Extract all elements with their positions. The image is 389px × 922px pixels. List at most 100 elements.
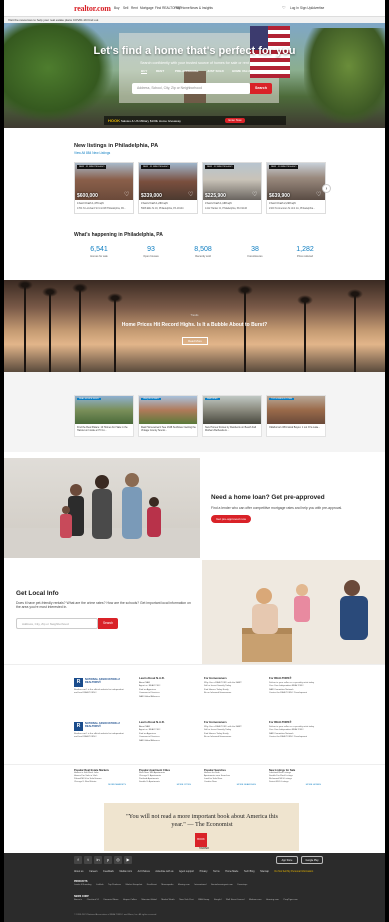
more-link[interactable]: MORE SEARCHES: [204, 784, 264, 786]
product-link[interactable]: ListHub: [96, 884, 103, 886]
nar-logo[interactable]: R NATIONAL ASSOCIATION of REALTORS® Real…: [74, 678, 124, 696]
product-link[interactable]: Seniorhousingnet.com: [211, 884, 233, 886]
nav-rent[interactable]: Rent: [131, 6, 138, 10]
heart-icon[interactable]: ♡: [188, 192, 194, 198]
local-search-button[interactable]: Search: [98, 618, 118, 629]
book-advertisement[interactable]: "You will not read a more important book…: [104, 803, 299, 851]
tab-buy[interactable]: BUY: [141, 69, 148, 74]
news-card[interactable]: UNIQUE HOMES Real Homeowners! See 1648 S…: [138, 395, 198, 437]
read-more-button[interactable]: Read More: [182, 337, 208, 345]
twitter-icon[interactable]: t: [84, 856, 92, 864]
news-corp-link[interactable]: Wall Street Journal: [226, 899, 244, 901]
stat-recently-sold[interactable]: 8,508 Recently sold: [178, 246, 228, 258]
nav-mortgage[interactable]: Mortgage: [140, 6, 153, 10]
stat-homes-for-sale[interactable]: 6,541 Homes for sale: [74, 246, 124, 258]
banner-title[interactable]: Home Prices Hit Record Highs. Is It a Bu…: [4, 322, 385, 328]
product-link[interactable]: Moveopedia: [161, 884, 173, 886]
heart-icon[interactable]: ♡: [252, 192, 258, 198]
nar-logo[interactable]: R NATIONAL ASSOCIATION of REALTORS® Real…: [74, 722, 124, 740]
nar-link[interactable]: Be an Informed Homeowner: [204, 692, 264, 695]
footer-link[interactable]: About us: [74, 870, 83, 873]
news-corp-link[interactable]: Market Watch: [161, 899, 174, 901]
listing-card[interactable]: NEW · 32 MINUTES AGO $225,900 ♡ 3 bed 2 …: [202, 162, 262, 214]
news-corp-link[interactable]: PropTiger.com: [283, 899, 297, 901]
listings-view-all-link[interactable]: View All 884 New Listings: [74, 151, 110, 155]
do-not-sell-link[interactable]: Do Not Sell My Personal Information: [275, 870, 314, 873]
bookmark-icon[interactable]: ♡: [282, 5, 286, 10]
news-corp-link[interactable]: Checkout 51: [87, 899, 99, 901]
footer-link[interactable]: Home Made: [225, 870, 238, 873]
listing-card[interactable]: NEW · 31 MINUTES AGO $339,000 ♡ 3 bed 2 …: [138, 162, 198, 214]
news-corp-link[interactable]: New York Post: [179, 899, 193, 901]
footer-link[interactable]: Sitemap: [260, 870, 269, 873]
get-preapproved-button[interactable]: Get pre-approved now: [211, 515, 251, 523]
footer-link[interactable]: Ad Choices: [138, 870, 150, 873]
news-card[interactable]: REAL ESTATE NEWS Find the Real Palace: 1…: [74, 395, 134, 437]
stat-open-houses[interactable]: 93 Open houses: [126, 246, 176, 258]
pinterest-icon[interactable]: p: [104, 856, 112, 864]
facebook-icon[interactable]: f: [74, 856, 82, 864]
heart-icon[interactable]: ♡: [316, 192, 322, 198]
tab-just-sold[interactable]: JUST SOLD: [207, 69, 224, 73]
news-corp-link[interactable]: Mansion Global: [142, 899, 157, 901]
listing-card[interactable]: NEW · 33 MINUTES AGO $639,900 ♡ 3 bed 3 …: [266, 162, 326, 214]
nar-link[interactable]: Contact for REALTORS® Development: [269, 692, 329, 695]
footer-link[interactable]: Media room: [119, 870, 132, 873]
news-corp-link[interactable]: Barron's: [74, 899, 82, 901]
hero-search-input[interactable]: Address, School, City, Zip or Neighborho…: [132, 83, 250, 94]
nar-link[interactable]: Be an Informed Homeowner: [204, 736, 264, 739]
footer-link[interactable]: Terms: [213, 870, 220, 873]
tab-home-value[interactable]: HOME VALUE: [232, 69, 252, 73]
product-link[interactable]: Moving.com: [178, 884, 190, 886]
footer-link[interactable]: Privacy: [200, 870, 208, 873]
footer-link[interactable]: Tech Blog: [244, 870, 255, 873]
news-card[interactable]: FEATURED New Homes Stories by Residents …: [202, 395, 262, 437]
tab-pre-approval[interactable]: PRE-APPROVAL: [175, 69, 199, 73]
nav-buy[interactable]: Buy: [114, 6, 120, 10]
app-store-button[interactable]: App Store: [276, 856, 298, 864]
signup-link[interactable]: Sign Up: [300, 6, 311, 10]
product-link[interactable]: FiveStreet: [147, 884, 157, 886]
nar-link[interactable]: Contact for REALTORS® Development: [269, 736, 329, 739]
more-link[interactable]: MORE HOMES: [269, 784, 329, 786]
product-link[interactable]: Leads & Branding: [74, 884, 91, 886]
youtube-icon[interactable]: ▶: [124, 856, 132, 864]
footer-link[interactable]: Feedback: [103, 870, 114, 873]
more-link[interactable]: MORE MARKETS: [74, 784, 134, 786]
product-link[interactable]: Top Producer: [108, 884, 121, 886]
google-play-button[interactable]: Google Play: [301, 856, 323, 864]
footer-link[interactable]: Agent support: [179, 870, 194, 873]
nav-sell[interactable]: Sell: [123, 6, 128, 10]
footer-link[interactable]: Careers: [89, 870, 98, 873]
news-corp-link[interactable]: Harper Collins: [123, 899, 137, 901]
nar-link[interactable]: NAR Global Alliances: [139, 696, 199, 699]
logo[interactable]: realtor.com: [74, 4, 111, 13]
linkedin-icon[interactable]: in: [94, 856, 102, 864]
news-card[interactable]: TOP HOMES IN TOWN Oklahoma's Whimsical B…: [266, 395, 326, 437]
hero-search-button[interactable]: Search: [250, 83, 272, 94]
stat-foreclosures[interactable]: 38 Foreclosures: [230, 246, 280, 258]
product-link[interactable]: International: [194, 884, 206, 886]
tab-rent[interactable]: RENT: [156, 69, 164, 73]
footer-link[interactable]: Advertise with us: [155, 870, 173, 873]
news-corp-link[interactable]: Storyful: [214, 899, 221, 901]
listing-card[interactable]: NEW · 31 MINUTES AGO $600,000 ♡ 4 bed 3 …: [74, 162, 134, 214]
news-corp-link[interactable]: Housing.com: [266, 899, 279, 901]
local-search-input[interactable]: Address, City, Zip or Neighborhood: [16, 618, 98, 629]
nav-my-home[interactable]: My Home: [176, 6, 190, 10]
nar-link[interactable]: NAR Global Alliances: [139, 740, 199, 743]
stat-price-reduced[interactable]: 1,282 Price reduced: [280, 246, 330, 258]
nav-news[interactable]: News & Insights: [190, 6, 213, 10]
advertise-link[interactable]: Advertise: [311, 6, 324, 10]
chevron-right-icon[interactable]: ›: [322, 184, 331, 193]
product-link[interactable]: Doorsteps: [237, 884, 247, 886]
more-link[interactable]: MORE CITIES: [139, 784, 199, 786]
news-corp-link[interactable]: REA Group: [198, 899, 209, 901]
news-corp-link[interactable]: Financial News: [104, 899, 119, 901]
heart-icon[interactable]: ♡: [124, 192, 130, 198]
product-link[interactable]: Market Snapshot: [126, 884, 143, 886]
hook-enter-button[interactable]: Enter Now: [225, 118, 245, 123]
news-corp-link[interactable]: Makaan.com: [249, 899, 262, 901]
login-link[interactable]: Log In: [290, 6, 299, 10]
instagram-icon[interactable]: ◎: [114, 856, 122, 864]
